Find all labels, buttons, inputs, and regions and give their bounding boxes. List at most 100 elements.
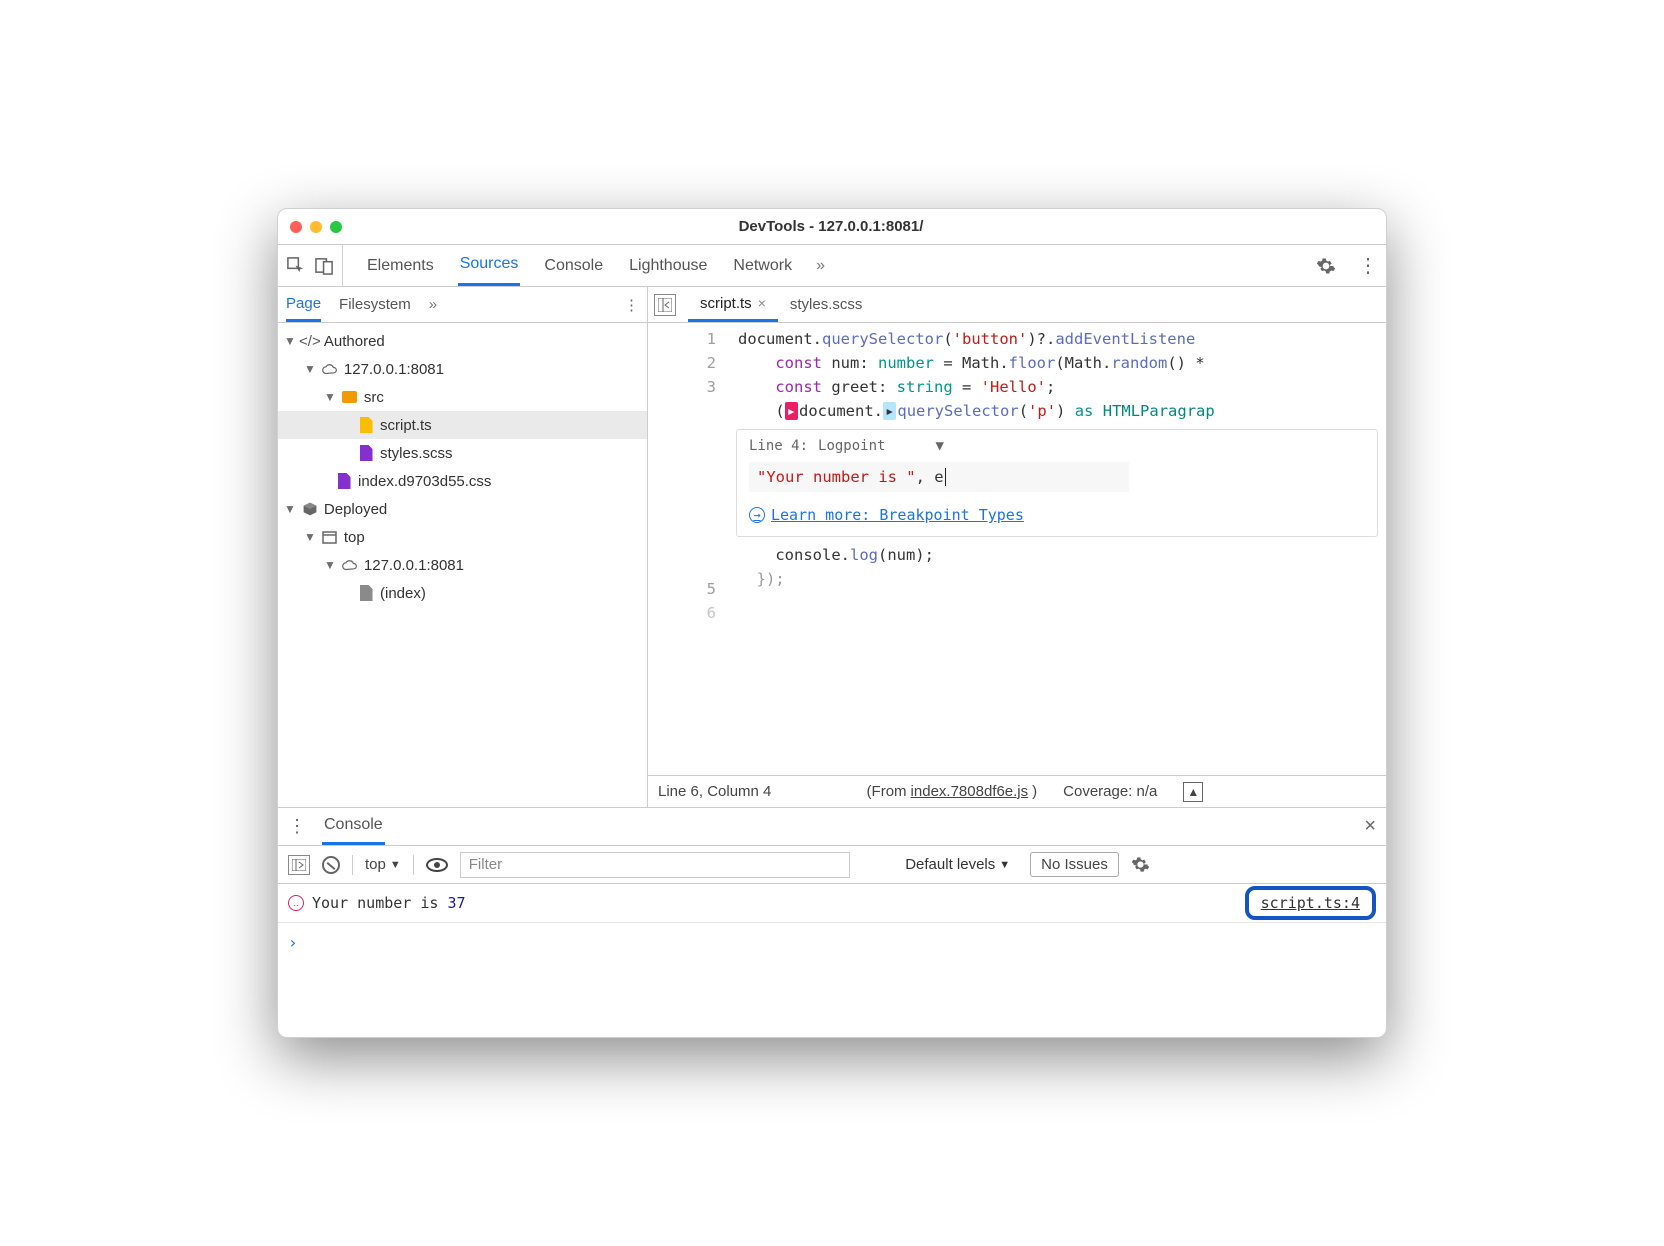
file-tree: ▼</>Authored ▼127.0.0.1:8081 ▼src script… <box>278 323 647 807</box>
file-icon <box>358 585 374 601</box>
coverage-label: Coverage: n/a <box>1063 783 1157 800</box>
tree-authored[interactable]: ▼</>Authored <box>278 327 647 355</box>
sourcemap-origin[interactable]: (From index.7808df6e.js) <box>867 783 1038 800</box>
learn-more-link[interactable]: →Learn more: Breakpoint Types <box>749 506 1365 524</box>
drawer-tab-console[interactable]: Console <box>322 808 385 845</box>
tree-label: (index) <box>380 585 426 602</box>
tab-console[interactable]: Console <box>542 245 605 286</box>
tree-deployed[interactable]: ▼Deployed <box>278 495 647 523</box>
tree-file-script[interactable]: script.ts <box>278 411 647 439</box>
tab-network[interactable]: Network <box>731 245 794 286</box>
toggle-sidebar-icon[interactable] <box>288 855 310 875</box>
main-tabs: Elements Sources Console Lighthouse Netw… <box>278 245 1386 287</box>
chevron-down-icon: ▼ <box>999 859 1010 871</box>
tree-label: Authored <box>324 333 385 350</box>
logpoint-editor: Line 4: Logpoint▼ "Your number is ", e →… <box>736 429 1378 537</box>
inspect-icon[interactable] <box>286 256 305 275</box>
line-no[interactable]: 3 <box>648 375 716 399</box>
line-gutter[interactable]: 1 2 3 ••4 5 6 <box>648 323 726 775</box>
tab-elements[interactable]: Elements <box>365 245 436 286</box>
device-toggle-icon[interactable] <box>315 256 334 275</box>
titlebar: DevTools - 127.0.0.1:8081/ <box>278 209 1386 245</box>
live-expression-icon[interactable] <box>426 858 448 872</box>
editor-pane: script.ts × styles.scss 1 2 3 ••4 5 6 doc… <box>648 287 1386 807</box>
logpoint-expression-input[interactable]: "Your number is ", e <box>749 462 1129 492</box>
close-icon[interactable] <box>290 221 302 233</box>
log-text: Your number is <box>312 894 438 912</box>
context-dropdown[interactable]: top▼ <box>365 856 401 873</box>
tree-label: styles.scss <box>380 445 453 462</box>
line-no[interactable]: 6 <box>648 601 716 625</box>
tree-file-styles[interactable]: styles.scss <box>278 439 647 467</box>
tree-label: 127.0.0.1:8081 <box>364 557 464 574</box>
file-scss-icon <box>358 445 374 461</box>
tree-label: src <box>364 389 384 406</box>
logpoint-marker[interactable]: ••4 <box>648 399 716 423</box>
tree-folder-src[interactable]: ▼src <box>278 383 647 411</box>
issues-button[interactable]: No Issues <box>1030 852 1119 877</box>
tab-lighthouse[interactable]: Lighthouse <box>627 245 709 286</box>
tree-label: top <box>344 529 365 546</box>
chevron-down-icon: ▼ <box>390 859 401 871</box>
tab-sources[interactable]: Sources <box>458 245 521 286</box>
editor-statusbar: Line 6, Column 4 (From index.7808df6e.js… <box>648 775 1386 807</box>
breakpoint-type-dropdown[interactable]: Logpoint▼ <box>818 438 944 454</box>
cloud-icon <box>342 557 358 573</box>
tree-file-index[interactable]: (index) <box>278 579 647 607</box>
tree-label: script.ts <box>380 417 432 434</box>
minimize-icon[interactable] <box>310 221 322 233</box>
file-ts-icon <box>358 417 374 433</box>
cursor-position: Line 6, Column 4 <box>658 783 771 800</box>
file-css-icon <box>336 473 352 489</box>
editor-tabs: script.ts × styles.scss <box>648 287 1386 323</box>
editor-tab-styles[interactable]: styles.scss <box>778 287 875 322</box>
show-details-icon[interactable]: ▲ <box>1183 782 1203 802</box>
tree-label: 127.0.0.1:8081 <box>344 361 444 378</box>
cube-icon <box>302 501 318 517</box>
code-editor[interactable]: 1 2 3 ••4 5 6 document.querySelector('bu… <box>648 323 1386 775</box>
zoom-icon[interactable] <box>330 221 342 233</box>
log-number: 37 <box>447 894 465 912</box>
navigator-sidebar: Page Filesystem » ⋮ ▼</>Authored ▼127.0.… <box>278 287 648 807</box>
tree-file-indexcss[interactable]: index.d9703d55.css <box>278 467 647 495</box>
navigator-tab-page[interactable]: Page <box>286 287 321 322</box>
close-icon[interactable]: × <box>758 295 766 311</box>
tree-top[interactable]: ▼top <box>278 523 647 551</box>
chevron-down-icon: ▼ <box>935 438 943 454</box>
navigator-tabs-overflow-icon[interactable]: » <box>429 296 437 313</box>
kebab-icon[interactable]: ⋮ <box>624 296 639 314</box>
window-title: DevTools - 127.0.0.1:8081/ <box>342 218 1320 235</box>
source-link[interactable]: script.ts:4 <box>1245 886 1376 920</box>
cloud-icon <box>322 361 338 377</box>
levels-dropdown[interactable]: Default levels▼ <box>905 856 1018 873</box>
folder-icon <box>342 389 358 405</box>
console-drawer: ⋮ Console × top▼ Filter Default levels▼ … <box>278 807 1386 1037</box>
line-no[interactable]: 2 <box>648 351 716 375</box>
tree-label: index.d9703d55.css <box>358 473 491 490</box>
logpoint-badge-icon: ‥ <box>288 895 304 911</box>
close-icon[interactable]: × <box>1364 815 1376 838</box>
tree-host[interactable]: ▼127.0.0.1:8081 <box>278 355 647 383</box>
frame-icon <box>322 529 338 545</box>
tree-label: Deployed <box>324 501 387 518</box>
gear-icon[interactable] <box>1316 256 1336 276</box>
clear-console-icon[interactable] <box>322 856 340 874</box>
line-no[interactable]: 1 <box>648 327 716 351</box>
kebab-icon[interactable]: ⋮ <box>288 816 306 837</box>
toggle-navigator-icon[interactable] <box>654 294 676 316</box>
console-prompt[interactable]: › <box>288 933 1376 952</box>
logpoint-line-label: Line 4: <box>749 438 808 454</box>
line-no[interactable]: 5 <box>648 577 716 601</box>
kebab-icon[interactable]: ⋮ <box>1358 253 1378 278</box>
tree-host-deployed[interactable]: ▼127.0.0.1:8081 <box>278 551 647 579</box>
console-toolbar: top▼ Filter Default levels▼ No Issues <box>278 846 1386 884</box>
tab-label: styles.scss <box>790 296 863 313</box>
navigator-tab-filesystem[interactable]: Filesystem <box>339 287 411 322</box>
editor-tab-script[interactable]: script.ts × <box>688 287 778 322</box>
arrow-circle-icon: → <box>749 507 765 523</box>
tab-label: script.ts <box>700 295 752 312</box>
devtools-window: DevTools - 127.0.0.1:8081/ Elements Sour… <box>277 208 1387 1038</box>
filter-input[interactable]: Filter <box>460 852 850 878</box>
gear-icon[interactable] <box>1131 855 1150 874</box>
tabs-overflow-icon[interactable]: » <box>816 257 825 275</box>
